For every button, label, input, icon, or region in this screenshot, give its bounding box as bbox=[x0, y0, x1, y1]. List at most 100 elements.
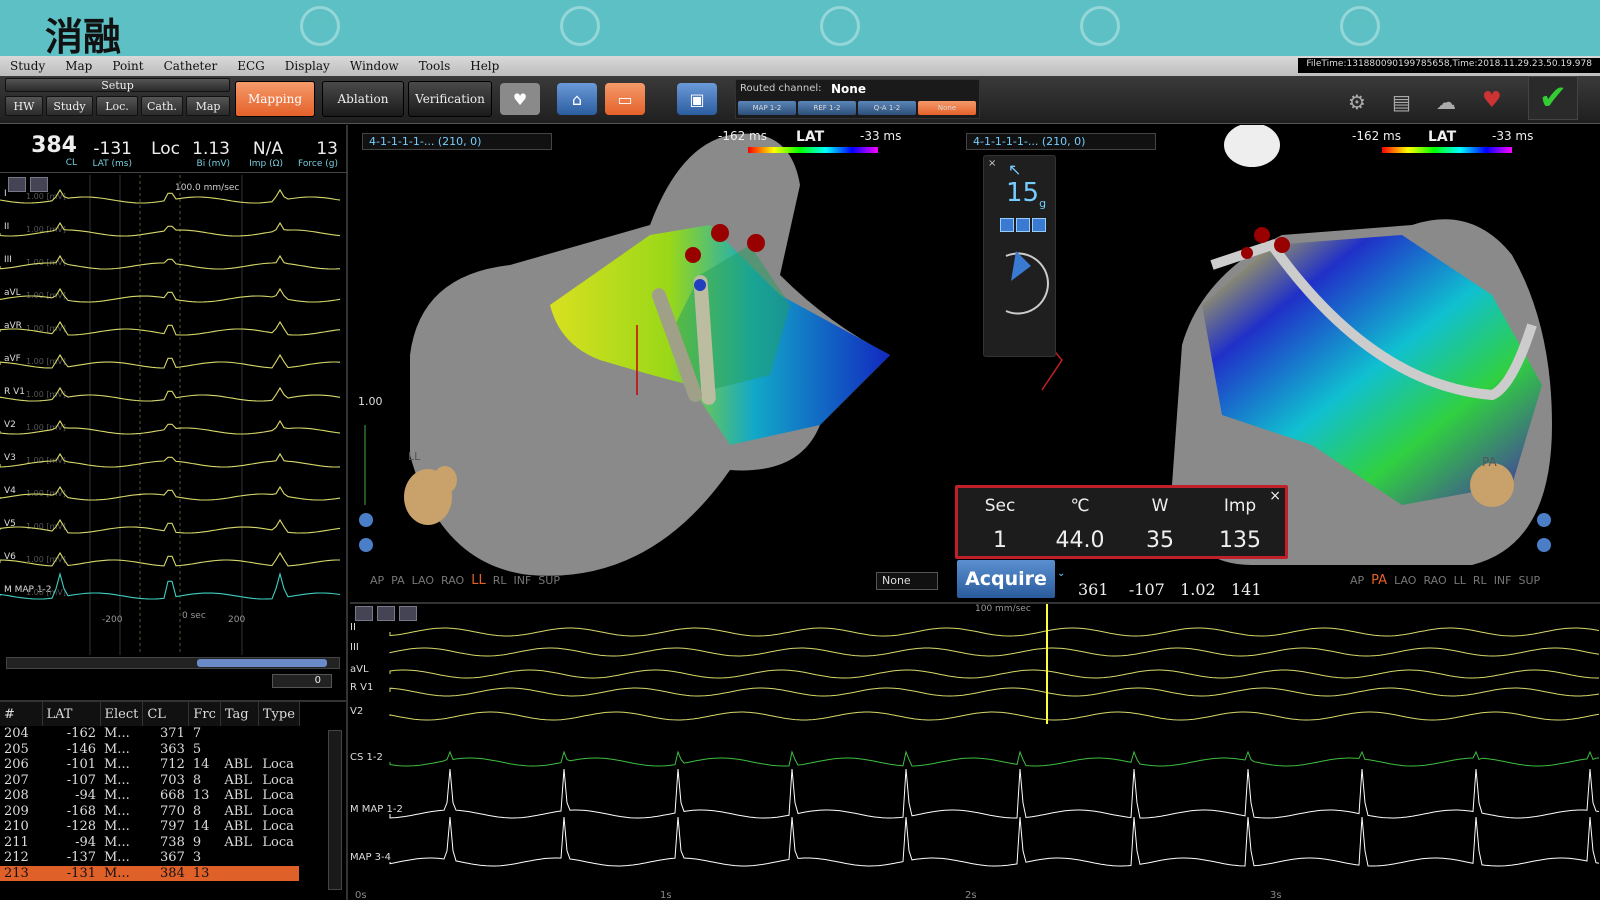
view-rao[interactable]: RAO bbox=[441, 574, 464, 587]
abl-value-imp: 135 bbox=[1219, 528, 1261, 553]
routed-ref12-button[interactable]: REF 1-2 bbox=[798, 101, 856, 115]
overlay-dropdown[interactable]: None bbox=[876, 572, 938, 590]
lead-label: R V1 bbox=[350, 682, 373, 693]
menu-map[interactable]: Map bbox=[55, 59, 102, 73]
heart-icon[interactable]: ♥ bbox=[500, 83, 540, 115]
setup-tab-hw[interactable]: HW bbox=[5, 96, 43, 116]
acquire-button[interactable]: Acquire bbox=[957, 560, 1055, 598]
table-row[interactable]: 211 -94 M... 738 9 ABL Loca bbox=[0, 835, 299, 851]
table-header[interactable]: Tag bbox=[220, 702, 259, 726]
table-row[interactable]: 204 -162 M... 371 7 bbox=[0, 726, 299, 742]
view-right-dropdown[interactable]: 4-1-1-1-1-... (210, 0) bbox=[966, 133, 1156, 150]
view-rl[interactable]: RL bbox=[1473, 574, 1487, 587]
scroll-thumb[interactable] bbox=[197, 659, 327, 667]
readout-bi: 1.02 bbox=[1180, 580, 1216, 599]
setup-tab-study[interactable]: Study bbox=[46, 96, 93, 116]
menu-study[interactable]: Study bbox=[0, 59, 55, 73]
view-left-dropdown[interactable]: 4-1-1-1-1-... (210, 0) bbox=[362, 133, 552, 150]
map-view-left[interactable]: 4-1-1-1-1-... (210, 0) -162 ms LAT -33 m… bbox=[350, 125, 950, 600]
view-sup[interactable]: SUP bbox=[1519, 574, 1541, 587]
map-icon[interactable]: ☁ bbox=[1436, 90, 1456, 114]
view-lao[interactable]: LAO bbox=[1394, 574, 1416, 587]
view-pa[interactable]: PA bbox=[391, 574, 404, 587]
table-cell: 209 bbox=[4, 803, 29, 819]
mode-ablation-button[interactable]: Ablation bbox=[322, 81, 404, 117]
table-row[interactable]: 205 -146 M... 363 5 bbox=[0, 742, 299, 758]
menu-point[interactable]: Point bbox=[102, 59, 153, 73]
routed-value[interactable]: None bbox=[831, 82, 866, 96]
table-row[interactable]: 206 -101 M... 712 14 ABL Loca bbox=[0, 757, 299, 773]
view-ll-active[interactable]: LL bbox=[471, 573, 486, 588]
lead-unit: 1.00 [mV] bbox=[26, 489, 66, 498]
bell-icon[interactable]: ⌂ bbox=[557, 83, 597, 115]
catheter-icon[interactable]: ▭ bbox=[605, 83, 645, 115]
check-icon[interactable]: ✔ bbox=[1528, 76, 1578, 120]
view-rao[interactable]: RAO bbox=[1423, 574, 1446, 587]
table-scrollbar[interactable] bbox=[328, 730, 342, 890]
routed-map12-button[interactable]: MAP 1-2 bbox=[738, 101, 796, 115]
lead-label: II bbox=[4, 222, 9, 232]
menu-display[interactable]: Display bbox=[275, 59, 340, 73]
setup-tab-map[interactable]: Map bbox=[186, 96, 230, 116]
menu-help[interactable]: Help bbox=[460, 59, 509, 73]
setup-tab-loc[interactable]: Loc. bbox=[96, 96, 138, 116]
heart-status-icon[interactable]: ♥ bbox=[1482, 88, 1502, 113]
table-cell: 712 bbox=[160, 757, 185, 773]
menu-window[interactable]: Window bbox=[340, 59, 409, 73]
monitor-icon[interactable]: ▤ bbox=[1392, 90, 1411, 114]
routed-qa12-button[interactable]: Q-A 1-2 bbox=[858, 101, 916, 115]
waveform-trace bbox=[389, 669, 1599, 679]
heart-map-left[interactable] bbox=[350, 125, 950, 600]
table-cell: 770 bbox=[160, 803, 185, 819]
table-header[interactable]: # bbox=[0, 702, 43, 726]
mode-mapping-button[interactable]: Mapping bbox=[235, 81, 315, 117]
close-icon[interactable]: × bbox=[988, 158, 996, 169]
table-cell: 205 bbox=[4, 741, 29, 757]
lead-label: R V1 bbox=[4, 387, 25, 397]
table-row[interactable]: 209 -168 M... 770 8 ABL Loca bbox=[0, 804, 299, 820]
view-ll[interactable]: LL bbox=[1454, 574, 1466, 587]
table-header[interactable]: CL bbox=[142, 702, 190, 726]
table-row[interactable]: 208 -94 M... 668 13 ABL Loca bbox=[0, 788, 299, 804]
view-pa-active[interactable]: PA bbox=[1371, 573, 1387, 588]
view-rl[interactable]: RL bbox=[493, 574, 507, 587]
window-icon[interactable]: ▣ bbox=[677, 83, 717, 115]
view-ap[interactable]: AP bbox=[370, 574, 384, 587]
table-header[interactable]: LAT bbox=[42, 702, 101, 726]
mode-verification-button[interactable]: Verification bbox=[408, 81, 492, 117]
catheter-tool-icon[interactable]: ⚙ bbox=[1348, 90, 1366, 114]
table-cell: 210 bbox=[4, 819, 29, 835]
table-header[interactable]: Type bbox=[258, 702, 300, 726]
menu-ecg[interactable]: ECG bbox=[227, 59, 275, 73]
view-inf[interactable]: INF bbox=[513, 574, 531, 587]
table-header[interactable]: Frc bbox=[188, 702, 221, 726]
menu-catheter[interactable]: Catheter bbox=[154, 59, 228, 73]
routed-none-button[interactable]: None bbox=[918, 101, 976, 115]
table-cell: -168 bbox=[66, 803, 96, 819]
view-sup[interactable]: SUP bbox=[538, 574, 560, 587]
table-header[interactable]: Elect bbox=[100, 702, 144, 726]
chevron-down-icon[interactable]: ⌄ bbox=[1057, 568, 1065, 579]
table-cell: Loca bbox=[262, 757, 294, 773]
ecg-scrollbar[interactable] bbox=[6, 657, 340, 669]
close-icon[interactable]: × bbox=[1269, 488, 1281, 504]
menu-tools[interactable]: Tools bbox=[409, 59, 461, 73]
table-cell: M... bbox=[100, 865, 143, 881]
table-row[interactable]: 207 -107 M... 703 8 ABL Loca bbox=[0, 773, 299, 789]
bottom-traces: IIIIIaVLR V1V2CS 1-2M MAP 1-2MAP 3-40s 1s… bbox=[350, 604, 1600, 900]
table-cell: 14 bbox=[192, 819, 210, 835]
table-row[interactable]: 213 -131 M... 384 13 bbox=[0, 865, 300, 881]
waveform-trace bbox=[389, 711, 1600, 721]
table-row[interactable]: 212 -137 M... 367 3 bbox=[0, 850, 299, 866]
stat-cl: 384 CL bbox=[31, 133, 77, 168]
view-inf[interactable]: INF bbox=[1494, 574, 1512, 587]
table-cell: -131 bbox=[42, 865, 100, 881]
view-lao[interactable]: LAO bbox=[412, 574, 434, 587]
page-stepper[interactable]: 0 bbox=[272, 674, 332, 688]
setup-tab-cath[interactable]: Cath. bbox=[141, 96, 183, 116]
table-row[interactable]: 210 -128 M... 797 14 ABL Loca bbox=[0, 819, 299, 835]
lead-label: II bbox=[350, 622, 356, 633]
table-cell: 211 bbox=[4, 834, 29, 850]
lead-unit: 1.00 [mV] bbox=[26, 258, 66, 267]
view-ap[interactable]: AP bbox=[1350, 574, 1364, 587]
